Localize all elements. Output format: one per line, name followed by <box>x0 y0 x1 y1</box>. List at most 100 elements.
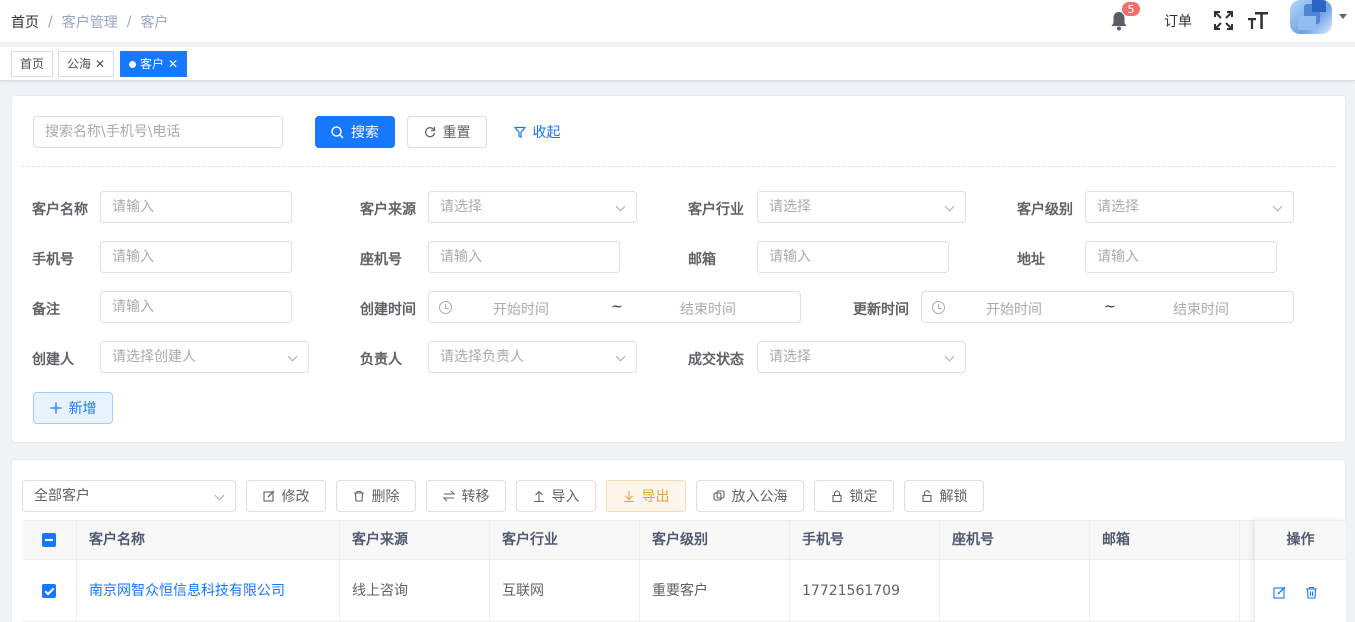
table-header: 客户名称 客户来源 客户行业 客户级别 手机号 座机号 邮箱 <box>23 520 1346 561</box>
range-start: 开始时间 <box>986 302 1042 318</box>
add-button-label: 新增 <box>68 401 97 417</box>
search-button[interactable]: 搜索 <box>315 116 395 148</box>
row-select-cell <box>23 560 77 622</box>
cell-email <box>1090 560 1240 622</box>
column-header[interactable]: 客户级别 <box>640 521 790 561</box>
trash-icon[interactable] <box>1305 586 1318 599</box>
refresh-icon <box>424 127 435 138</box>
order-link[interactable]: 订单 <box>1164 11 1192 31</box>
delete-button[interactable]: 删除 <box>336 480 416 512</box>
creator-select[interactable]: 请选择创建人 <box>100 341 309 373</box>
customer-name-label: 客户名称 <box>32 202 88 218</box>
range-end: 结束时间 <box>1173 302 1229 318</box>
reset-button[interactable]: 重置 <box>407 116 487 148</box>
customer-scope-select[interactable]: 全部客户 <box>22 480 236 512</box>
fullscreen-icon[interactable] <box>1214 11 1233 30</box>
trash-icon <box>353 490 364 502</box>
created-time-label: 创建时间 <box>360 302 416 318</box>
customer-source-select[interactable]: 请选择 <box>428 191 637 223</box>
import-button-label: 导入 <box>551 489 580 505</box>
import-button[interactable]: 导入 <box>516 480 596 512</box>
plus-icon <box>50 402 61 414</box>
unlock-icon <box>921 490 932 502</box>
lock-icon <box>831 490 842 502</box>
customer-industry-label: 客户行业 <box>688 202 744 218</box>
customer-name-link[interactable]: 南京网智众恒信息科技有限公司 <box>77 560 340 622</box>
tag-customer[interactable]: 客户 ✕ <box>120 51 188 77</box>
deal-status-label: 成交状态 <box>688 352 744 368</box>
transfer-button[interactable]: 转移 <box>426 480 506 512</box>
mobile-label: 手机号 <box>32 252 74 268</box>
breadcrumb-item-home[interactable]: 首页 <box>11 12 39 32</box>
select-all-cell <box>23 521 77 561</box>
tag-public-pool[interactable]: 公海 ✕ <box>58 51 115 77</box>
keyword-search-input[interactable]: 搜索名称\手机号\电话 <box>33 116 283 148</box>
action-column: 操作 <box>1255 520 1346 622</box>
created-time-range-picker[interactable]: 开始时间 ~ 结束时间 <box>428 291 801 323</box>
column-header[interactable]: 客户来源 <box>340 521 490 561</box>
move-to-pool-button[interactable]: 放入公海 <box>696 480 804 512</box>
copy-icon <box>712 490 725 501</box>
customer-level-select[interactable]: 请选择 <box>1085 191 1294 223</box>
tag-label: 客户 <box>140 57 165 71</box>
remark-input[interactable]: 请输入 <box>100 291 292 323</box>
range-start: 开始时间 <box>493 302 549 318</box>
deal-status-select[interactable]: 请选择 <box>757 341 966 373</box>
address-input[interactable]: 请输入 <box>1085 241 1277 273</box>
column-header[interactable]: 客户名称 <box>77 521 340 561</box>
collapse-button[interactable]: 收起 <box>505 116 569 148</box>
table-panel: 全部客户 修改 删除 转移 导入 导出 放入公海 锁定 解锁 客户名称 客户来源… <box>11 459 1346 622</box>
font-size-icon[interactable] <box>1247 10 1269 30</box>
download-icon <box>623 491 634 502</box>
customer-source-label: 客户来源 <box>360 202 416 218</box>
landline-label: 座机号 <box>360 252 402 268</box>
breadcrumb-item-customer: 客户 <box>140 15 169 31</box>
notification-badge: 5 <box>1121 1 1141 17</box>
column-header[interactable]: 邮箱 <box>1090 521 1240 561</box>
edit-icon[interactable] <box>1273 586 1286 599</box>
filter-icon <box>513 126 526 138</box>
active-dot-icon <box>129 60 136 68</box>
avatar[interactable] <box>1290 0 1332 34</box>
search-icon <box>331 125 344 139</box>
tag-home[interactable]: 首页 <box>11 51 54 77</box>
updated-time-range-picker[interactable]: 开始时间 ~ 结束时间 <box>921 291 1294 323</box>
email-input[interactable]: 请输入 <box>757 241 949 273</box>
edit-icon <box>262 490 274 502</box>
owner-label: 负责人 <box>360 352 402 368</box>
cell-source: 线上咨询 <box>340 560 490 622</box>
upload-icon <box>533 490 544 502</box>
close-icon[interactable]: ✕ <box>95 52 105 76</box>
table-row[interactable]: 南京网智众恒信息科技有限公司 线上咨询 互联网 重要客户 17721561709 <box>23 560 1346 622</box>
export-button[interactable]: 导出 <box>606 480 686 512</box>
updated-time-label: 更新时间 <box>853 302 909 318</box>
breadcrumb-separator: / <box>48 14 53 30</box>
clock-icon <box>932 301 945 314</box>
cell-landline <box>940 560 1090 622</box>
column-header[interactable]: 手机号 <box>790 521 940 561</box>
collapse-button-label: 收起 <box>532 125 561 141</box>
unlock-button[interactable]: 解锁 <box>904 480 984 512</box>
range-separator: ~ <box>611 299 623 315</box>
column-header[interactable]: 客户行业 <box>490 521 640 561</box>
lock-button[interactable]: 锁定 <box>814 480 894 512</box>
select-all-checkbox[interactable] <box>42 533 56 547</box>
owner-select[interactable]: 请选择负责人 <box>428 341 637 373</box>
customer-industry-select[interactable]: 请选择 <box>757 191 966 223</box>
chevron-down-icon[interactable] <box>1339 14 1347 19</box>
landline-input[interactable]: 请输入 <box>428 241 620 273</box>
close-icon[interactable]: ✕ <box>168 52 178 76</box>
add-button[interactable]: 新增 <box>33 392 113 424</box>
tag-label: 首页 <box>20 57 45 71</box>
transfer-icon <box>442 490 455 502</box>
mobile-input[interactable]: 请输入 <box>100 241 292 273</box>
transfer-button-label: 转移 <box>461 489 490 505</box>
edit-button[interactable]: 修改 <box>246 480 326 512</box>
top-navbar: 首页 / 客户管理 / 客户 5 订单 <box>0 0 1355 42</box>
delete-button-label: 删除 <box>371 489 400 505</box>
column-header[interactable]: 座机号 <box>940 521 1090 561</box>
customer-level-label: 客户级别 <box>1017 202 1073 218</box>
customer-name-input[interactable]: 请输入 <box>100 191 292 223</box>
row-checkbox[interactable] <box>42 584 56 598</box>
cell-industry: 互联网 <box>490 560 640 622</box>
